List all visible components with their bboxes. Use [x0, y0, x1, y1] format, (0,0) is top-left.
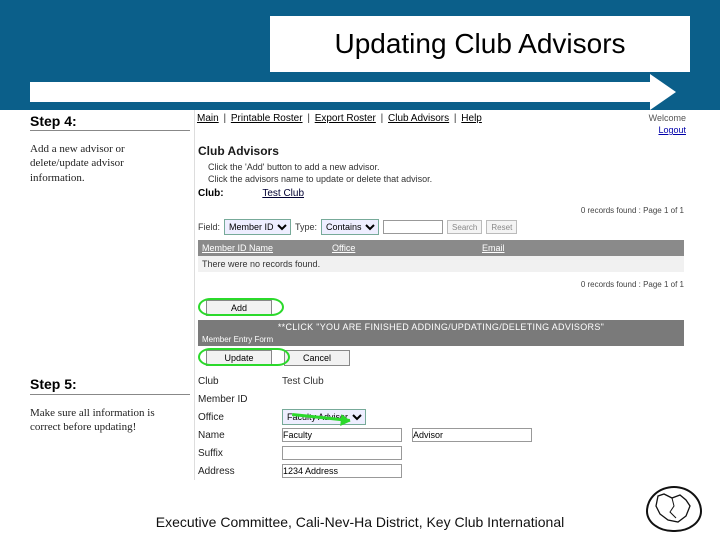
type-label: Type: — [295, 222, 317, 232]
form-header: Member Entry Form — [198, 334, 684, 346]
first-name-input[interactable] — [282, 428, 402, 442]
form-row-member-id: Member ID — [198, 390, 684, 408]
filter-row: Field: Member ID Type: Contains Search R… — [198, 218, 684, 236]
pager-top: 0 records found : Page 1 of 1 — [581, 206, 684, 215]
welcome-label: Welcome — [649, 113, 686, 123]
form-row-office: Office Faculty Advisor — [198, 408, 684, 426]
field-select[interactable]: Member ID — [224, 219, 291, 235]
name-field-label: Name — [198, 430, 282, 441]
office-field-label: Office — [198, 412, 282, 423]
arrow-shaft — [30, 82, 650, 102]
step4-desc: Add a new advisor or delete/update advis… — [30, 142, 180, 185]
nav-help[interactable]: Help — [461, 113, 482, 124]
form-row-suffix: Suffix — [198, 444, 684, 462]
form-row-club: Club Test Club — [198, 372, 684, 390]
suffix-input[interactable] — [282, 446, 402, 460]
footer-text: Executive Committee, Cali-Nev-Ha Distric… — [0, 514, 720, 530]
step4-label: Step 4: — [30, 113, 77, 129]
add-button[interactable]: Add — [206, 300, 272, 316]
type-select[interactable]: Contains — [321, 219, 379, 235]
nav-export-roster[interactable]: Export Roster — [315, 113, 376, 124]
col-email[interactable]: Email — [478, 243, 628, 253]
advisors-heading: Club Advisors — [198, 144, 279, 158]
search-button[interactable]: Search — [447, 220, 482, 234]
nav-club-advisors[interactable]: Club Advisors — [388, 113, 449, 124]
step5-desc: Make sure all information is correct bef… — [30, 406, 180, 435]
reset-button[interactable]: Reset — [486, 220, 517, 234]
divider — [194, 110, 195, 480]
suffix-field-label: Suffix — [198, 448, 282, 459]
app-nav: Main | Printable Roster | Export Roster … — [195, 113, 690, 127]
logout-link[interactable]: Logout — [658, 125, 686, 135]
advisors-instr-2: Click the advisors name to update or del… — [208, 174, 432, 184]
last-name-input[interactable] — [412, 428, 532, 442]
form-row-name: Name — [198, 426, 684, 444]
advisors-instr-1: Click the 'Add' button to add a new advi… — [208, 162, 380, 172]
finish-banner: **CLICK "YOU ARE FINISHED ADDING/UPDATIN… — [198, 320, 684, 334]
address-input[interactable] — [282, 464, 402, 478]
club-field-label: Club — [198, 376, 282, 387]
filter-input[interactable] — [383, 220, 443, 234]
map-icon — [652, 492, 696, 526]
update-button[interactable]: Update — [206, 350, 272, 366]
field-label: Field: — [198, 222, 220, 232]
page-title: Updating Club Advisors — [334, 28, 625, 60]
arrow-head-icon — [650, 74, 676, 110]
step4-rule — [30, 130, 190, 131]
title-box: Updating Club Advisors — [270, 16, 690, 72]
club-link[interactable]: Test Club — [262, 188, 304, 199]
pager-bottom: 0 records found : Page 1 of 1 — [581, 280, 684, 289]
district-logo — [646, 486, 702, 532]
grid-header: Member ID Name Office Email — [198, 240, 684, 256]
member-form: Club Test Club Member ID Office Faculty … — [198, 372, 684, 480]
content-area: Main | Printable Roster | Export Roster … — [30, 110, 690, 480]
form-row-address: Address — [198, 462, 684, 480]
memberid-field-label: Member ID — [198, 394, 282, 405]
step5-rule — [30, 394, 190, 395]
slide: Updating Club Advisors Main | Printable … — [0, 0, 720, 540]
address-field-label: Address — [198, 466, 282, 477]
nav-main[interactable]: Main — [197, 113, 219, 124]
col-office[interactable]: Office — [328, 243, 478, 253]
step5-label: Step 5: — [30, 376, 77, 392]
club-row: Club: Test Club — [198, 188, 304, 199]
club-field-value: Test Club — [282, 376, 324, 387]
col-member-id-name[interactable]: Member ID Name — [198, 243, 328, 253]
club-label: Club: — [198, 188, 224, 199]
nav-printable-roster[interactable]: Printable Roster — [231, 113, 303, 124]
cancel-button[interactable]: Cancel — [284, 350, 350, 366]
grid-empty-row: There were no records found. — [198, 256, 684, 272]
